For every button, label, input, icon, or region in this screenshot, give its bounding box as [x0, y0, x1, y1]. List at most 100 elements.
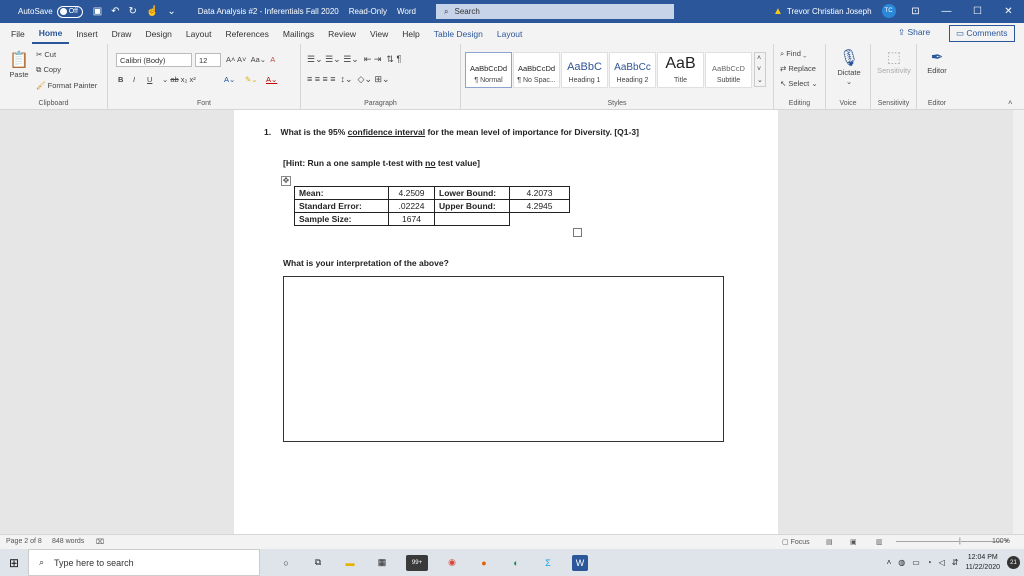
page-count[interactable]: Page 2 of 8 [6, 538, 42, 545]
grow-shrink-font-icon[interactable]: A˄ A˅ Aa⌄ A [226, 55, 275, 64]
upper-bound-label[interactable]: Upper Bound: [434, 199, 510, 213]
styles-scroll-icon[interactable]: ˄ ˅ ⌄ [754, 52, 766, 87]
bold-icon[interactable]: B [118, 75, 123, 84]
store-icon[interactable]: ▦ [374, 555, 390, 571]
table-move-handle-icon[interactable]: ✥ [281, 176, 291, 186]
windows-start-icon[interactable]: ⊞ [0, 549, 28, 576]
answer-text-box[interactable] [283, 276, 724, 442]
tab-view[interactable]: View [363, 23, 395, 44]
show-hidden-icons-icon[interactable]: ˄ [887, 558, 892, 567]
minimize-icon[interactable]: — [931, 0, 962, 23]
redo-icon[interactable]: ↻ [129, 6, 137, 17]
underline-icon[interactable]: U [147, 75, 152, 84]
tab-file[interactable]: File [4, 23, 32, 44]
usb-icon[interactable]: ⇵ [952, 558, 959, 567]
document-page[interactable]: 1. What is the 95% confidence interval f… [234, 110, 778, 534]
maximize-icon[interactable]: ☐ [962, 0, 993, 23]
copy-button[interactable]: ⧉ Copy [36, 65, 61, 75]
taskbar-search-input[interactable]: ⌕ Type here to search [28, 549, 260, 576]
empty-cell[interactable] [434, 212, 510, 226]
save-icon[interactable]: ▣ [93, 6, 102, 17]
style-heading-1[interactable]: AaBbC Heading 1 [561, 52, 608, 88]
select-button[interactable]: ↖ Select ⌄ [780, 79, 818, 88]
lower-bound-label[interactable]: Lower Bound: [434, 186, 510, 200]
alignment-buttons-icon[interactable]: ≡ ≡ ≡ ≡ ↕⌄ ◇⌄ ⊞⌄ [307, 74, 390, 85]
style-title[interactable]: AaB Title [657, 52, 704, 88]
touch-mode-icon[interactable]: ☝ [146, 6, 158, 17]
list-buttons-icon[interactable]: ☰⌄ ☰⌄ ☰⌄ ⇤ ⇥ ⇅ ¶ [307, 54, 401, 65]
tab-table-design[interactable]: Table Design [427, 23, 490, 44]
vertical-scrollbar[interactable] [1013, 110, 1024, 534]
style-no-spacing[interactable]: AaBbCcDd ¶ No Spac... [513, 52, 560, 88]
avatar[interactable]: TC [881, 4, 896, 18]
word-count[interactable]: 848 words [52, 538, 84, 545]
notifications-badge[interactable]: 21 [1007, 556, 1020, 569]
tab-design[interactable]: Design [138, 23, 178, 44]
se-label[interactable]: Standard Error: [294, 199, 389, 213]
undo-icon[interactable]: ↶ [111, 6, 119, 17]
lower-bound-value[interactable]: 4.2073 [509, 186, 570, 200]
battery-icon[interactable]: ▭ [912, 558, 920, 567]
tab-review[interactable]: Review [321, 23, 363, 44]
proofing-icon[interactable]: ⌧ [96, 538, 104, 546]
font-size-select[interactable]: 12 [195, 53, 221, 67]
ribbon-display-icon[interactable]: ⊡ [900, 0, 931, 23]
warning-icon[interactable]: ▲ [773, 6, 783, 17]
customize-qat-icon[interactable]: ⌄ [167, 6, 175, 17]
style-normal[interactable]: AaBbCcDd ¶ Normal [465, 52, 512, 88]
sensitivity-button[interactable]: ⬚ Sensitivity [874, 48, 914, 75]
sample-size-label[interactable]: Sample Size: [294, 212, 389, 226]
font-color-icon[interactable]: A⌄ [266, 75, 277, 84]
se-value[interactable]: .02224 [388, 199, 435, 213]
find-button[interactable]: ⌕ Find ⌄ [780, 49, 807, 59]
print-layout-icon[interactable]: ▣ [850, 538, 857, 546]
word-app-icon[interactable]: W [572, 554, 588, 571]
text-effects-icon[interactable]: A⌄ [224, 75, 235, 84]
close-icon[interactable]: ✕ [993, 0, 1024, 23]
paste-button[interactable]: 📋 Paste [6, 50, 32, 79]
tab-home[interactable]: Home [31, 23, 70, 44]
table-resize-handle[interactable] [573, 228, 582, 237]
strikethrough-subscript-superscript-icon[interactable]: ⌄ ab x₂ x² [162, 75, 196, 84]
cortana-icon[interactable]: ○ [278, 555, 294, 571]
replace-button[interactable]: ⇄ Replace [780, 64, 816, 73]
dictate-button[interactable]: 🎙 Dictate ⌄ [831, 48, 867, 86]
sample-size-value[interactable]: 1674 [388, 212, 435, 226]
mean-label[interactable]: Mean: [294, 186, 389, 200]
chrome-icon[interactable]: ◉ [444, 555, 460, 571]
autosave[interactable]: AutoSave Off [18, 5, 83, 18]
tab-help[interactable]: Help [395, 23, 426, 44]
font-name-select[interactable]: Calibri (Body) [116, 53, 192, 67]
cut-button[interactable]: ✂ Cut [36, 50, 56, 59]
web-layout-icon[interactable]: ▥ [876, 538, 883, 546]
focus-button[interactable]: ▢ Focus [782, 538, 810, 546]
app-icon[interactable]: Σ [540, 555, 556, 571]
statistics-table[interactable]: Mean: 4.2509 Lower Bound: 4.2073 Standar… [294, 186, 570, 226]
comments-button[interactable]: ▭ Comments [949, 25, 1015, 42]
collapse-ribbon-icon[interactable]: ˄ [1008, 98, 1012, 107]
autosave-toggle[interactable]: Off [56, 5, 83, 18]
tab-insert[interactable]: Insert [69, 23, 104, 44]
volume-icon[interactable]: ◁ [939, 558, 945, 567]
italic-icon[interactable]: I [133, 75, 135, 84]
format-painter-button[interactable]: 🖌 Format Painter [36, 81, 97, 90]
upper-bound-value[interactable]: 4.2945 [509, 199, 570, 213]
tab-table-layout[interactable]: Layout [490, 23, 530, 44]
mail-badge-icon[interactable]: 99+ [406, 554, 428, 571]
network-icon[interactable]: ◔ [927, 558, 932, 567]
style-subtitle[interactable]: AaBbCcD Subtitle [705, 52, 752, 88]
tab-layout[interactable]: Layout [179, 23, 219, 44]
user-account[interactable]: ▲ Trevor Christian Joseph TC [773, 4, 896, 18]
antivirus-icon[interactable]: ◍ [898, 558, 905, 567]
edge-icon[interactable]: ◐ [508, 555, 524, 571]
mean-value[interactable]: 4.2509 [388, 186, 435, 200]
highlight-icon[interactable]: ✎⌄ [245, 75, 258, 84]
file-explorer-icon[interactable]: ▬ [342, 555, 358, 571]
zoom-level[interactable]: 100% [992, 538, 1010, 545]
tab-references[interactable]: References [218, 23, 275, 44]
tab-draw[interactable]: Draw [105, 23, 139, 44]
firefox-icon[interactable]: ● [476, 555, 492, 571]
search-input[interactable]: ⌕ Search [436, 4, 674, 19]
clock[interactable]: 12:04 PM 11/22/2020 [965, 553, 1000, 573]
read-mode-icon[interactable]: ▤ [826, 538, 833, 546]
